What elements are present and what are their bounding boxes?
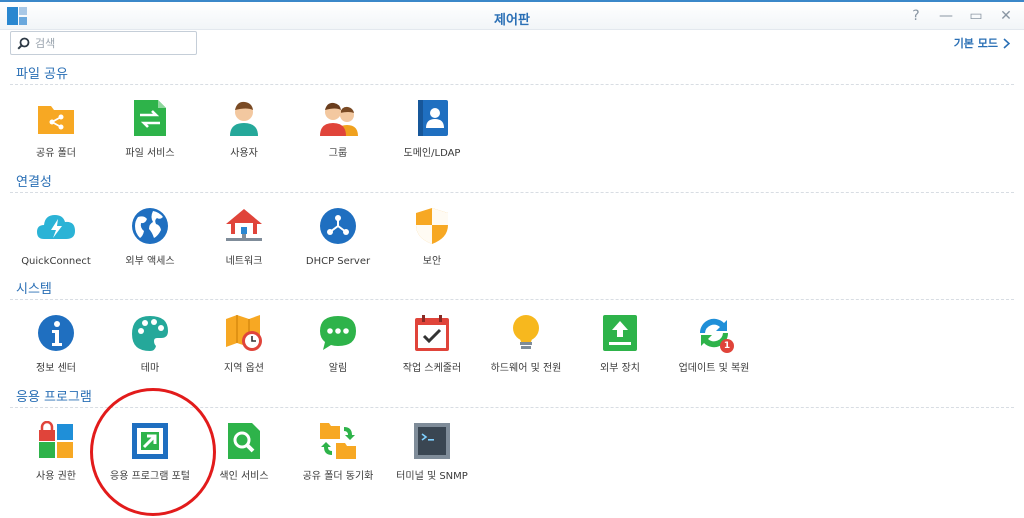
title-bar: 제어판 ? — ▭ ✕ — [0, 0, 1024, 30]
item-label: DHCP Server — [305, 256, 371, 267]
section-divider — [10, 84, 1014, 85]
item-application-portal[interactable]: 응용 프로그램 포털 — [105, 421, 195, 483]
update-count-badge: 1 — [720, 339, 734, 353]
search-input[interactable] — [35, 35, 190, 51]
item-task-scheduler[interactable]: 작업 스케줄러 — [387, 313, 477, 375]
privileges-lock-icon — [39, 420, 73, 458]
maximize-icon[interactable]: ▭ — [968, 8, 984, 24]
terminal-icon — [414, 423, 450, 459]
item-label: 보안 — [422, 256, 442, 267]
network-house-icon — [226, 209, 262, 241]
indexing-magnifier-icon — [228, 423, 260, 459]
section-divider — [10, 299, 1014, 300]
item-shared-folder-sync[interactable]: 공유 폴더 동기화 — [293, 421, 383, 483]
item-dhcp-server[interactable]: DHCP Server — [293, 206, 383, 268]
item-hardware-power[interactable]: 하드웨어 및 전원 — [481, 313, 571, 375]
item-label: 네트워크 — [225, 256, 263, 267]
minimize-icon[interactable]: — — [938, 8, 954, 24]
chevron-right-icon — [1003, 37, 1010, 49]
section-title-system: 시스템 — [16, 282, 52, 297]
item-update-restore[interactable]: 1 업데이트 및 복원 — [669, 313, 759, 375]
item-label: 외부 액세스 — [125, 256, 175, 267]
quickconnect-cloud-icon — [37, 215, 75, 239]
help-icon[interactable]: ? — [908, 8, 924, 24]
item-label: QuickConnect — [21, 256, 91, 267]
external-device-icon — [603, 315, 637, 351]
item-label: 작업 스케줄러 — [402, 363, 462, 374]
item-label: 색인 서비스 — [219, 471, 269, 482]
domain-ldap-icon — [418, 100, 448, 136]
item-indexing-service[interactable]: 색인 서비스 — [199, 421, 289, 483]
item-regional-options[interactable]: 지역 옵션 — [199, 313, 289, 375]
item-label: 알림 — [328, 363, 348, 374]
section-title-applications: 응용 프로그램 — [16, 390, 92, 405]
item-group[interactable]: 그룹 — [293, 98, 383, 160]
shared-folder-icon — [38, 106, 74, 134]
palette-icon — [132, 316, 168, 351]
folder-sync-icon — [320, 423, 356, 459]
item-quickconnect[interactable]: QuickConnect — [11, 206, 101, 268]
item-label: 하드웨어 및 전원 — [490, 363, 562, 374]
search-icon — [17, 37, 30, 50]
group-icon — [320, 102, 358, 136]
item-network[interactable]: 네트워크 — [199, 206, 289, 268]
calendar-check-icon — [415, 315, 449, 351]
section-divider — [10, 407, 1014, 408]
item-notification[interactable]: 알림 — [293, 313, 383, 375]
user-icon — [230, 101, 258, 136]
lightbulb-icon — [513, 315, 539, 349]
item-external-access[interactable]: 외부 액세스 — [105, 206, 195, 268]
item-label: 사용 권한 — [36, 471, 76, 482]
basic-mode-link[interactable]: 기본 모드 — [954, 35, 1010, 51]
item-label: 사용자 — [230, 148, 258, 159]
item-label: 업데이트 및 복원 — [678, 363, 750, 374]
item-label: 응용 프로그램 포털 — [110, 471, 190, 482]
section-title-connectivity: 연결성 — [16, 175, 52, 190]
item-security[interactable]: 보안 — [387, 206, 477, 268]
file-services-icon — [134, 100, 166, 136]
item-info-center[interactable]: 정보 센터 — [11, 313, 101, 375]
map-clock-icon — [226, 315, 262, 351]
item-label: 터미널 및 SNMP — [396, 471, 468, 482]
close-icon[interactable]: ✕ — [998, 8, 1014, 24]
shield-icon — [416, 208, 448, 244]
dhcp-server-icon — [320, 208, 356, 244]
item-user[interactable]: 사용자 — [199, 98, 289, 160]
speech-bubble-icon — [320, 316, 356, 350]
item-terminal-snmp[interactable]: 터미널 및 SNMP — [387, 421, 477, 483]
item-label: 공유 폴더 — [36, 148, 76, 159]
item-label: 외부 장치 — [600, 363, 640, 374]
item-shared-folder[interactable]: 공유 폴더 — [11, 98, 101, 160]
item-file-services[interactable]: 파일 서비스 — [105, 98, 195, 160]
item-domain-ldap[interactable]: 도메인/LDAP — [387, 98, 477, 160]
item-external-devices[interactable]: 외부 장치 — [575, 313, 665, 375]
item-label: 파일 서비스 — [125, 148, 175, 159]
item-label: 도메인/LDAP — [403, 148, 461, 159]
basic-mode-label: 기본 모드 — [953, 37, 998, 50]
section-divider — [10, 192, 1014, 193]
search-box — [10, 31, 197, 55]
item-label: 그룹 — [328, 148, 348, 159]
item-theme[interactable]: 테마 — [105, 313, 195, 375]
item-privileges[interactable]: 사용 권한 — [11, 420, 101, 483]
item-label: 공유 폴더 동기화 — [302, 471, 374, 482]
window-title: 제어판 — [494, 13, 530, 28]
item-label: 지역 옵션 — [224, 363, 264, 374]
item-label: 테마 — [140, 363, 160, 374]
application-portal-icon — [132, 423, 168, 459]
section-title-file-sharing: 파일 공유 — [16, 67, 68, 82]
item-label: 정보 센터 — [36, 363, 76, 374]
globe-icon — [132, 208, 168, 244]
info-icon — [38, 315, 74, 351]
